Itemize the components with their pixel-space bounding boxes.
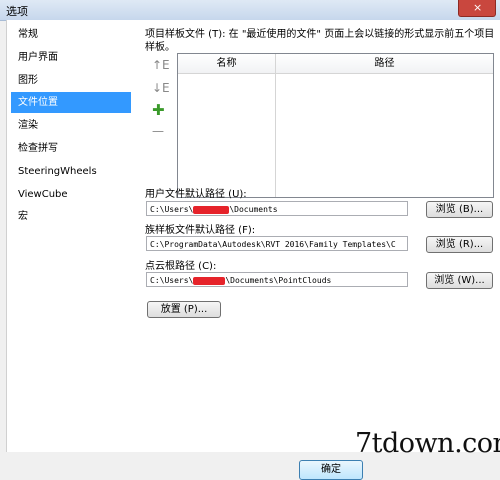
column-header-name[interactable]: 名称: [178, 54, 275, 73]
template-description: 项目样板文件 (T): 在 "最近使用的文件" 页面上会以链接的形式显示前五个项…: [145, 29, 495, 53]
browse-point-cloud-button[interactable]: 浏览 (W)...: [426, 272, 493, 289]
sidebar-item-user-interface[interactable]: 用户界面: [11, 47, 131, 68]
options-sidebar: 常规 用户界面 图形 文件位置 渲染 检查拼写 SteeringWheels V…: [6, 20, 134, 452]
sidebar-item-general[interactable]: 常规: [11, 24, 131, 45]
close-button[interactable]: ×: [458, 0, 496, 17]
redacted-username: [193, 276, 226, 285]
redacted-username: [193, 205, 230, 214]
user-files-path-suffix: \Documents: [229, 205, 278, 214]
close-icon[interactable]: ×: [473, 1, 482, 14]
watermark: 7tdown.com: [355, 428, 500, 459]
point-cloud-label: 点云根路径 (C):: [145, 261, 217, 272]
user-files-label: 用户文件默认路径 (U):: [145, 189, 247, 200]
browse-family-templates-button[interactable]: 浏览 (R)...: [426, 236, 493, 253]
sidebar-item-viewcube[interactable]: ViewCube: [11, 184, 131, 205]
move-down-icon[interactable]: ↓E: [152, 81, 170, 95]
remove-icon[interactable]: —: [152, 124, 164, 138]
column-divider: [275, 54, 276, 197]
project-templates-table[interactable]: 名称 路径: [177, 53, 494, 198]
point-cloud-path-prefix: C:\Users\: [150, 276, 194, 285]
user-files-path-input[interactable]: C:\Users\ \Documents: [146, 201, 408, 216]
column-header-path[interactable]: 路径: [276, 54, 493, 73]
family-templates-label: 族样板文件默认路径 (F):: [145, 225, 256, 236]
sidebar-item-macros[interactable]: 宏: [11, 206, 131, 227]
add-icon[interactable]: ✚: [152, 101, 165, 119]
sidebar-item-graphics[interactable]: 图形: [11, 70, 131, 91]
table-header: 名称 路径: [178, 54, 493, 74]
point-cloud-path-suffix: \Documents\PointClouds: [225, 276, 332, 285]
sidebar-item-check-spelling[interactable]: 检查拼写: [11, 138, 131, 159]
sidebar-item-steeringwheels[interactable]: SteeringWheels: [11, 161, 131, 182]
point-cloud-path-input[interactable]: C:\Users\ \Documents\PointClouds: [146, 272, 408, 287]
family-templates-path-input[interactable]: C:\ProgramData\Autodesk\RVT 2016\Family …: [146, 236, 408, 251]
file-locations-panel: 项目样板文件 (T): 在 "最近使用的文件" 页面上会以链接的形式显示前五个项…: [133, 20, 500, 452]
places-button[interactable]: 放置 (P)...: [147, 301, 221, 318]
move-up-icon[interactable]: ↑E: [152, 58, 170, 72]
user-files-path-prefix: C:\Users\: [150, 205, 194, 214]
window-title: 选项: [6, 5, 28, 18]
sidebar-item-rendering[interactable]: 渲染: [11, 115, 131, 136]
ok-button[interactable]: 确定: [299, 460, 363, 480]
browse-user-files-button[interactable]: 浏览 (B)...: [426, 201, 493, 218]
sidebar-item-file-locations[interactable]: 文件位置: [11, 92, 131, 113]
title-bar: 选项 ×: [0, 0, 500, 21]
